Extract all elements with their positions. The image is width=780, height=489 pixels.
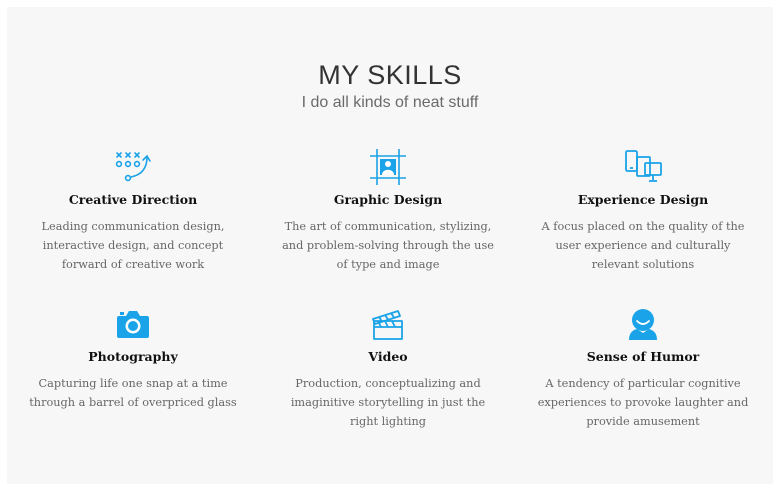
skill-description: The art of communication, stylizing, and… bbox=[282, 220, 494, 271]
skill-name: Photography bbox=[88, 349, 178, 364]
skill-name: Creative Direction bbox=[68, 192, 198, 207]
skill-description: A tendency of particular cognitive exper… bbox=[537, 377, 749, 428]
skill-description: Leading communication design, interactiv… bbox=[41, 220, 225, 271]
skill-description: A focus placed on the quality of the use… bbox=[541, 220, 745, 271]
section-subtitle: I do all kinds of neat stuff bbox=[301, 94, 479, 111]
strategy-play-icon bbox=[115, 152, 151, 182]
skill-name: Video bbox=[368, 349, 408, 364]
skill-name: Sense of Humor bbox=[586, 349, 700, 364]
skill-name: Experience Design bbox=[577, 192, 709, 207]
skill-name: Graphic Design bbox=[333, 192, 443, 207]
skill-card-sense-of-humor: Sense of Humor A tendency of particular … bbox=[528, 306, 758, 431]
camera-icon bbox=[117, 311, 149, 338]
skill-card-experience-design: Experience Design A focus placed on the … bbox=[528, 149, 758, 274]
smiley-user-icon bbox=[629, 309, 657, 340]
devices-icon bbox=[625, 150, 662, 182]
section-title: MY SKILLS bbox=[318, 60, 462, 90]
picture-frame-icon bbox=[370, 149, 406, 185]
skills-section: MY SKILLS I do all kinds of neat stuff C… bbox=[7, 7, 773, 484]
skill-card-creative-direction: Creative Direction Leading communication… bbox=[18, 149, 248, 274]
skill-card-graphic-design: Graphic Design The art of communication,… bbox=[273, 149, 503, 274]
skill-card-video: Video Production, conceptualizing and im… bbox=[273, 306, 503, 431]
skill-card-photography: Photography Capturing life one snap at a… bbox=[18, 306, 248, 412]
clapperboard-icon bbox=[372, 310, 403, 340]
skill-description: Production, conceptualizing and imaginit… bbox=[290, 377, 486, 428]
skill-description: Capturing life one snap at a time throug… bbox=[29, 377, 237, 409]
